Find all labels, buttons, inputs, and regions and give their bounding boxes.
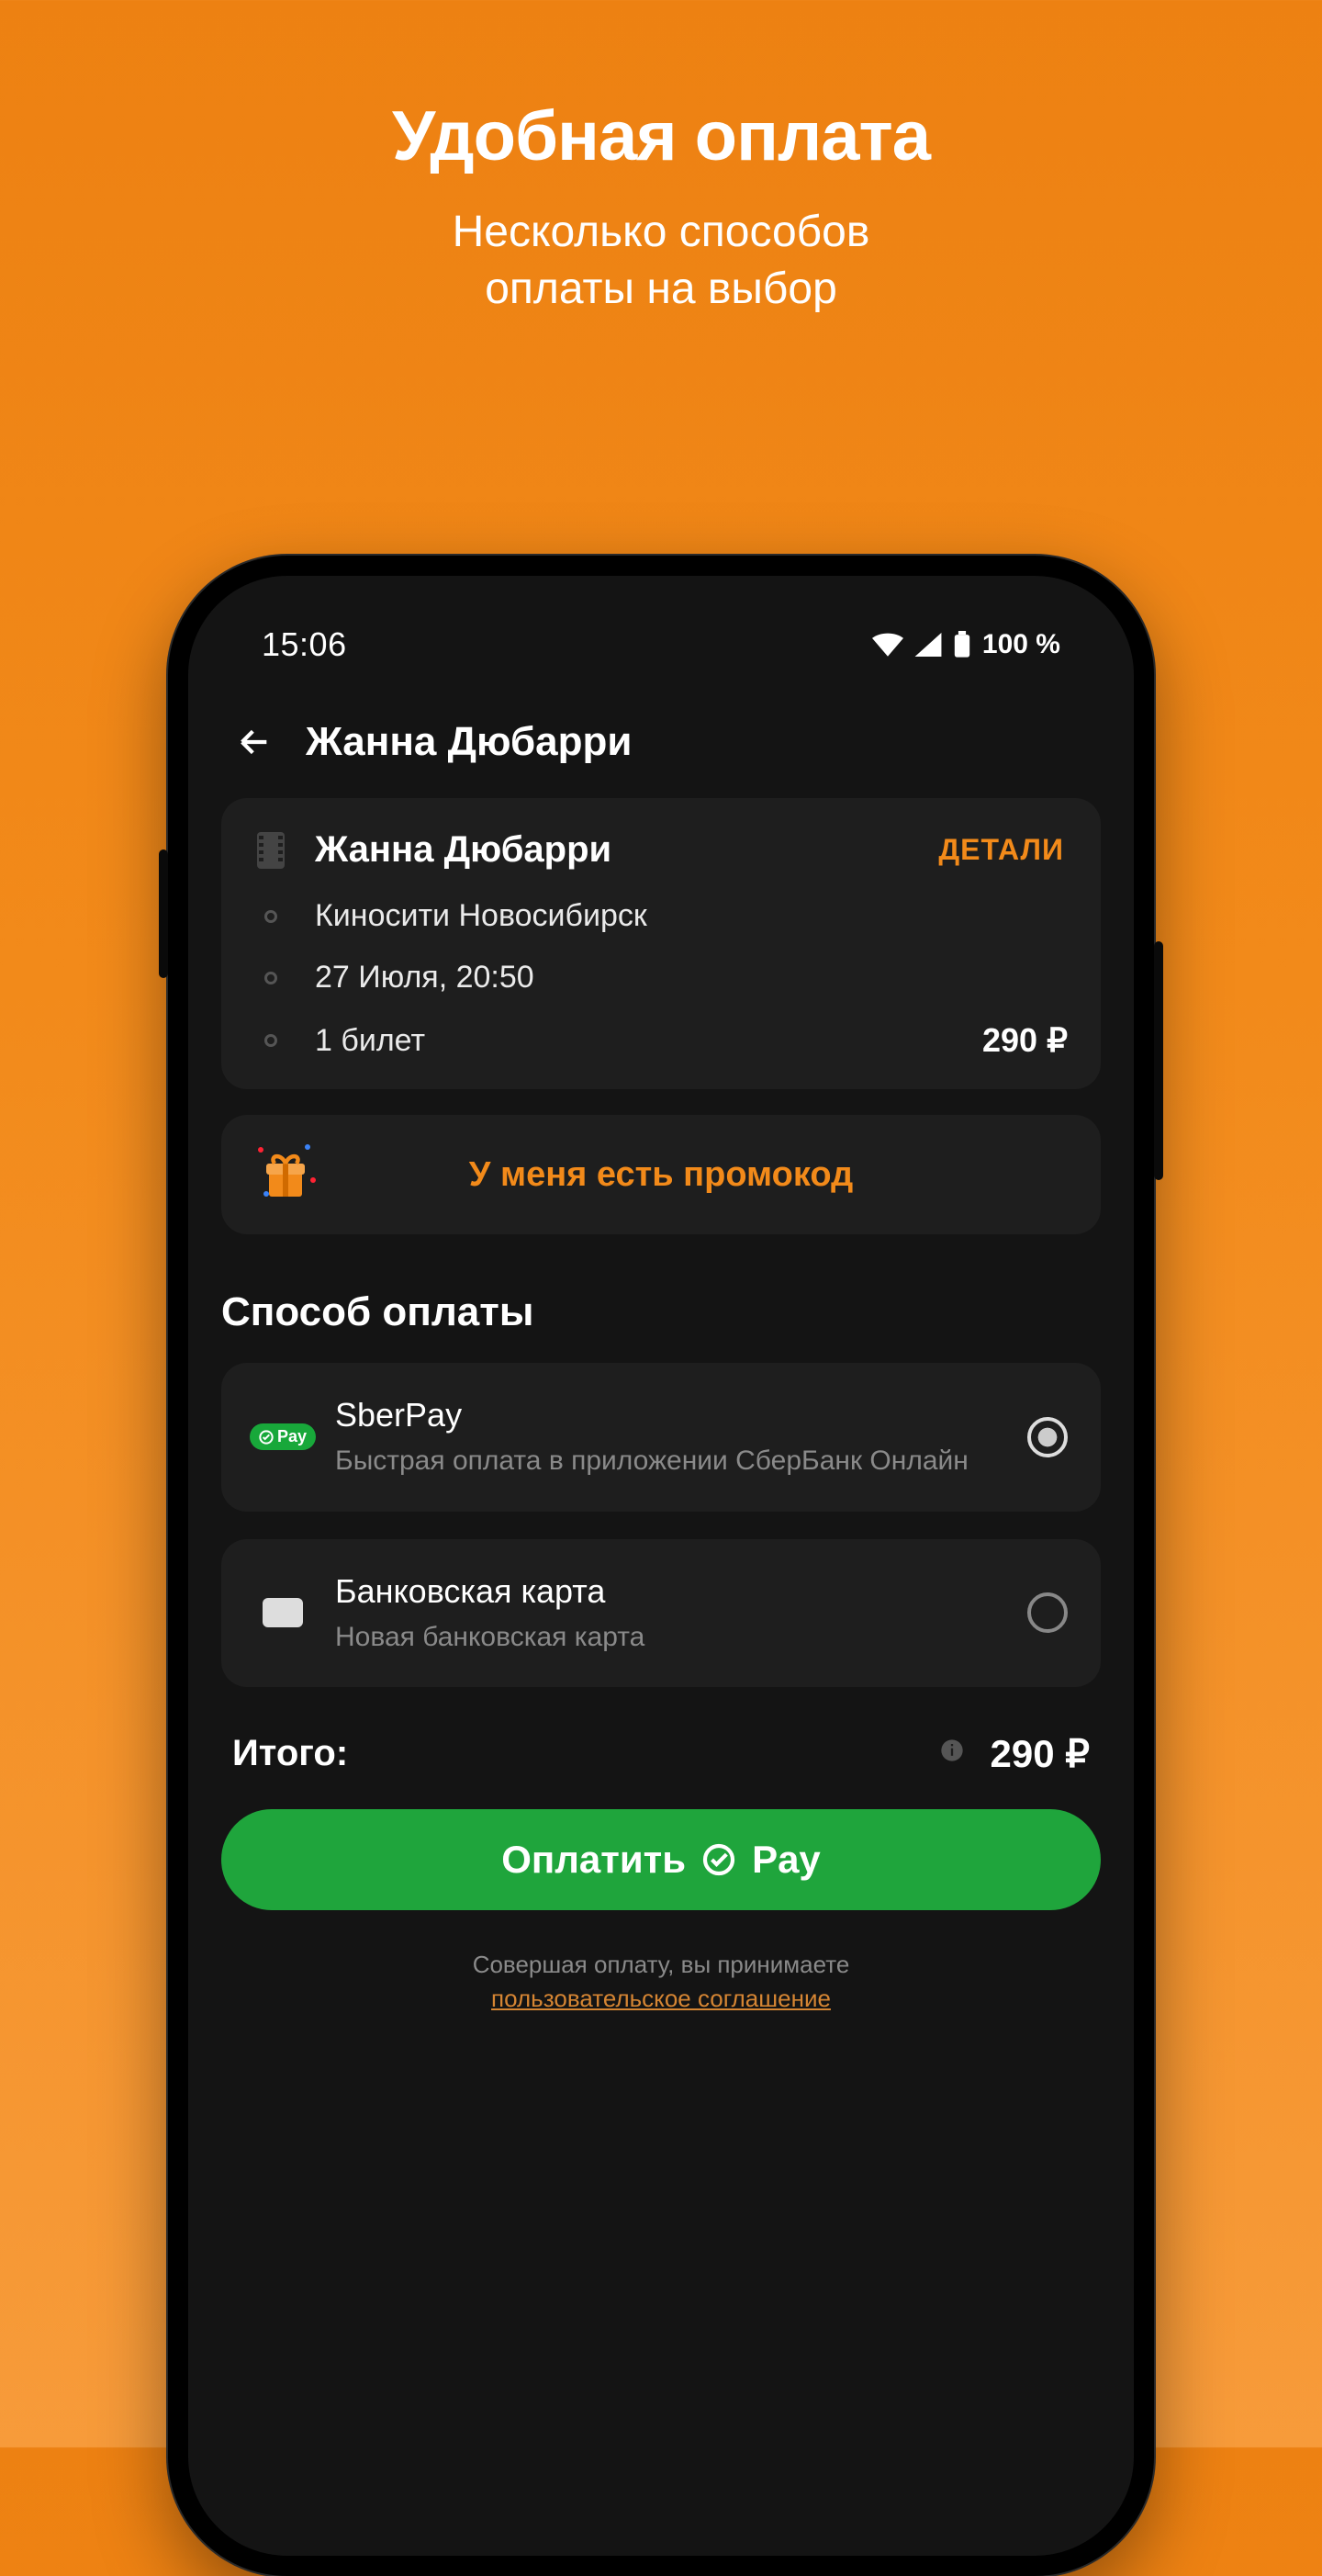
method-sub: Быстрая оплата в приложении СберБанк Онл… (335, 1444, 1003, 1479)
bullet-icon (264, 910, 277, 923)
payment-method-sberpay[interactable]: Pay SberPay Быстрая оплата в приложении … (221, 1363, 1101, 1512)
battery-percent: 100 % (982, 629, 1060, 660)
details-button[interactable]: ДЕТАЛИ (935, 827, 1068, 872)
sberpay-logo-icon: Pay (250, 1423, 316, 1450)
promo-code-label: У меня есть промокод (469, 1155, 853, 1195)
method-sub: Новая банковская карта (335, 1620, 1003, 1655)
status-bar: 15:06 100 % (188, 594, 1134, 695)
user-agreement-link[interactable]: пользовательское соглашение (188, 1985, 1134, 2013)
card-icon (263, 1598, 303, 1627)
legal-line1: Совершая оплату, вы принимаете (188, 1951, 1134, 1979)
sber-check-icon (700, 1841, 737, 1878)
radio-selected-icon[interactable] (1027, 1417, 1068, 1457)
promo-subtitle: Несколько способов оплаты на выбор (0, 204, 1322, 319)
payment-method-card[interactable]: Банковская карта Новая банковская карта (221, 1539, 1101, 1688)
pay-button-prefix: Оплатить (501, 1838, 686, 1882)
method-name: Банковская карта (335, 1572, 1003, 1611)
payment-method-title: Способ оплаты (221, 1289, 1101, 1335)
order-datetime: 27 Июля, 20:50 (315, 960, 1068, 996)
order-card: Жанна Дюбарри ДЕТАЛИ Киносити Новосибирс… (221, 798, 1101, 1089)
cell-signal-icon (914, 633, 942, 657)
battery-icon (953, 631, 971, 658)
pay-button-suffix: Pay (752, 1838, 821, 1882)
wifi-icon (872, 633, 903, 657)
bullet-icon (264, 972, 277, 984)
back-button[interactable] (232, 720, 276, 764)
order-price: 290 ₽ (982, 1021, 1068, 1060)
gift-icon (252, 1139, 319, 1209)
total-row: Итого: 290 ₽ (188, 1687, 1134, 1802)
method-name: SberPay (335, 1396, 1003, 1434)
radio-unselected-icon[interactable] (1027, 1592, 1068, 1633)
film-icon (254, 832, 287, 869)
order-venue: Киносити Новосибирск (315, 898, 1068, 934)
screen-title: Жанна Дюбарри (306, 719, 632, 765)
total-label: Итого: (232, 1733, 939, 1774)
pay-button[interactable]: Оплатить Pay (221, 1809, 1101, 1910)
order-tickets: 1 билет (315, 1023, 955, 1059)
bullet-icon (264, 1034, 277, 1047)
promo-code-button[interactable]: У меня есть промокод (221, 1115, 1101, 1234)
phone-screen: 15:06 100 % Жанна Дюбарри (188, 576, 1134, 2556)
info-icon[interactable] (939, 1737, 965, 1771)
status-time: 15:06 (262, 625, 347, 664)
total-price: 290 ₽ (991, 1731, 1090, 1776)
promo-title: Удобная оплата (0, 96, 1322, 176)
order-movie-title: Жанна Дюбарри (315, 829, 907, 871)
phone-mockup: 15:06 100 % Жанна Дюбарри (168, 556, 1154, 2576)
